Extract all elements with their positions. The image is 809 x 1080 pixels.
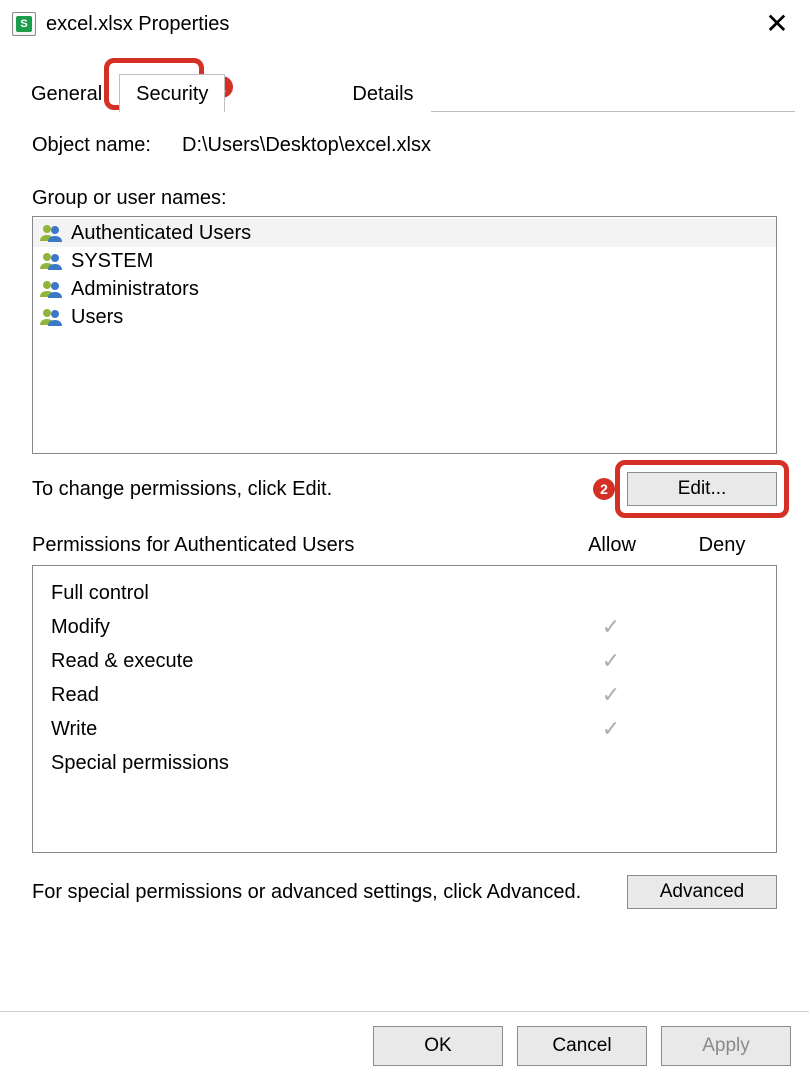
list-item[interactable]: Administrators: [33, 275, 776, 303]
allow-check-icon: ✓: [556, 648, 666, 674]
tab-security[interactable]: Security: [119, 74, 225, 112]
permissions-header-label: Permissions for Authenticated Users: [32, 534, 557, 557]
tab-general[interactable]: General: [14, 74, 119, 112]
list-item[interactable]: Authenticated Users: [33, 219, 776, 247]
advanced-button[interactable]: Advanced: [627, 875, 777, 909]
object-name-label: Object name:: [32, 134, 182, 157]
object-name-row: Object name: D:\Users\Desktop\excel.xlsx: [32, 134, 777, 157]
close-icon[interactable]: ✕: [757, 9, 797, 39]
permission-name: Read & execute: [51, 650, 556, 673]
callout-badge-2: 2: [593, 478, 615, 500]
tab-details[interactable]: Details: [335, 74, 430, 112]
advanced-hint-text: For special permissions or advanced sett…: [32, 881, 627, 904]
users-icon: [39, 277, 63, 301]
permission-row: Read & execute✓: [51, 644, 776, 678]
object-name-value: D:\Users\Desktop\excel.xlsx: [182, 134, 431, 157]
tab-spacer: [225, 98, 335, 112]
dialog-button-bar: OK Cancel Apply: [0, 1011, 809, 1080]
permission-name: Special permissions: [51, 752, 556, 775]
allow-check-icon: ✓: [556, 614, 666, 640]
permissions-header: Permissions for Authenticated Users Allo…: [32, 534, 777, 557]
permission-row: Special permissions: [51, 746, 776, 780]
edit-row: To change permissions, click Edit. 2 Edi…: [32, 472, 777, 506]
permissions-listbox[interactable]: Full controlModify✓Read & execute✓Read✓W…: [32, 565, 777, 853]
permission-name: Write: [51, 718, 556, 741]
allow-header: Allow: [557, 534, 667, 557]
permission-name: Full control: [51, 582, 556, 605]
allow-check-icon: ✓: [556, 716, 666, 742]
spreadsheet-badge: S: [16, 16, 32, 32]
users-icon: [39, 249, 63, 273]
list-item-label: Users: [71, 306, 123, 329]
permission-row: Write✓: [51, 712, 776, 746]
list-item[interactable]: SYSTEM: [33, 247, 776, 275]
cancel-button[interactable]: Cancel: [517, 1026, 647, 1066]
groups-label: Group or user names:: [32, 187, 777, 210]
group-user-listbox[interactable]: Authenticated Users SYSTEM Administrator…: [32, 216, 777, 454]
list-item[interactable]: Users: [33, 303, 776, 331]
permission-row: Read✓: [51, 678, 776, 712]
permission-name: Modify: [51, 616, 556, 639]
allow-check-icon: ✓: [556, 682, 666, 708]
users-icon: [39, 305, 63, 329]
list-item-label: Administrators: [71, 278, 199, 301]
permission-row: Modify✓: [51, 610, 776, 644]
edit-hint-text: To change permissions, click Edit.: [32, 478, 593, 501]
tab-strip: General Security Details: [14, 64, 795, 112]
window-title: excel.xlsx Properties: [46, 13, 229, 36]
advanced-row: For special permissions or advanced sett…: [32, 875, 777, 909]
edit-button[interactable]: Edit...: [627, 472, 777, 506]
permission-name: Read: [51, 684, 556, 707]
permission-row: Full control: [51, 576, 776, 610]
list-item-label: Authenticated Users: [71, 222, 251, 245]
titlebar: S excel.xlsx Properties ✕: [0, 0, 809, 44]
list-item-label: SYSTEM: [71, 250, 153, 273]
ok-button[interactable]: OK: [373, 1026, 503, 1066]
users-icon: [39, 221, 63, 245]
tab-content: Object name: D:\Users\Desktop\excel.xlsx…: [0, 112, 809, 923]
apply-button[interactable]: Apply: [661, 1026, 791, 1066]
deny-header: Deny: [667, 534, 777, 557]
file-icon: S: [12, 12, 36, 36]
